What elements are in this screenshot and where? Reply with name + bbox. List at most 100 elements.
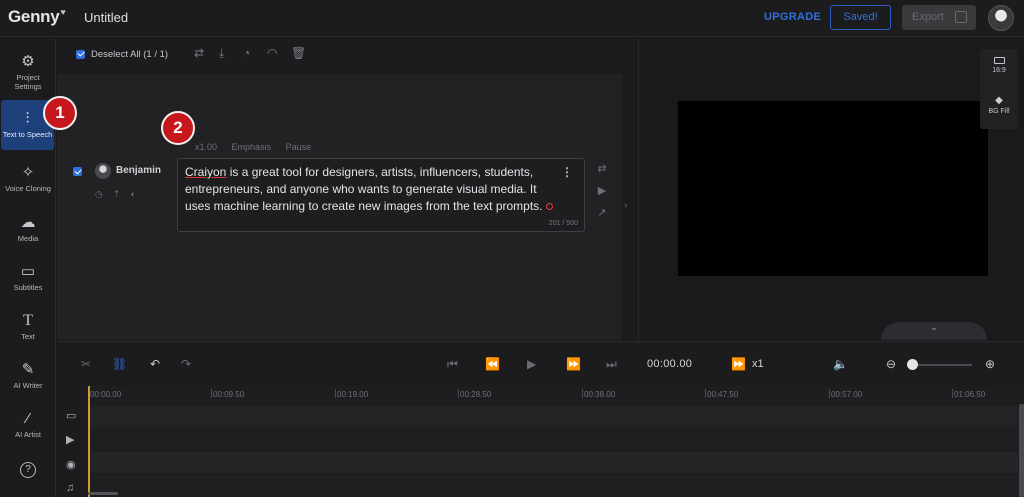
volume-icon[interactable]: 🔈: [833, 357, 848, 371]
more-options-icon[interactable]: ⋮: [561, 165, 573, 179]
sidebar-item-label: Voice Cloning: [5, 184, 51, 193]
script-line-2: entrepreneurs, and anyone who wants to g…: [185, 182, 537, 196]
voice-lane[interactable]: [88, 452, 1018, 473]
sidebar-item-subtitles[interactable]: ▭ Subtitles: [0, 263, 56, 293]
ruler-tick: 00:00.00: [88, 389, 122, 399]
step-forward-icon[interactable]: ⏩: [566, 357, 581, 371]
export-icon: [955, 11, 967, 23]
ruler-tick: 01:06.50: [952, 389, 986, 399]
video-canvas[interactable]: [678, 101, 988, 276]
aspect-ratio-label: 16:9: [992, 67, 1006, 74]
ruler-tick: 00:57.00: [829, 389, 863, 399]
script-editor: Deselect All (1 / 1) ⇄ ⤓ ◔ ◠ 🗑 Benjamin …: [57, 38, 637, 340]
logo-text: Genny: [8, 7, 60, 26]
ruler-tick: 00:28.50: [458, 389, 492, 399]
link-icon[interactable]: ⛓: [112, 357, 127, 371]
pause-option[interactable]: Pause: [286, 142, 312, 152]
download-icon[interactable]: ⤓: [219, 46, 224, 61]
gear-icon: ⚙: [21, 53, 35, 70]
step-badge-1: 1: [43, 96, 77, 130]
bg-fill-button[interactable]: ◆ BG Fill: [980, 95, 1018, 115]
sidebar-item-text[interactable]: T Text: [0, 313, 56, 342]
undo-icon[interactable]: ↶: [150, 357, 160, 371]
top-bar: Genny♥ Untitled UPGRADE Saved! Export: [0, 0, 1024, 37]
bg-fill-label: BG Fill: [988, 108, 1010, 115]
row-checkbox[interactable]: [73, 167, 82, 176]
redo-icon[interactable]: ↷: [181, 357, 191, 371]
text-block-row: Benjamin ◷⇡◐ x1.00 Emphasis Pause Craiyo…: [57, 74, 622, 340]
subtitles-icon: ▭: [20, 263, 36, 280]
skip-start-icon[interactable]: ⏮: [447, 357, 458, 372]
cloud-upload-icon: ☁: [20, 214, 36, 231]
aspect-ratio-icon: [993, 57, 1005, 64]
voice-settings-icon[interactable]: ◔: [243, 46, 250, 60]
video-preview-panel: 16:9 ◆ BG Fill ⌄: [638, 38, 1024, 340]
sidebar-item-label: Text to Speech: [2, 130, 53, 139]
sidebar-item-ai-writer[interactable]: ✎ AI Writer: [0, 362, 56, 391]
speaker-avatar[interactable]: [95, 163, 111, 179]
preview-settings: 16:9 ◆ BG Fill: [980, 49, 1018, 129]
voice-icon[interactable]: ◐: [130, 189, 145, 199]
text-block-options: x1.00 Emphasis Pause: [195, 142, 323, 152]
play-icon[interactable]: ▶: [527, 357, 536, 371]
zoom-out-icon[interactable]: ⊖: [886, 357, 896, 371]
horizontal-scrollbar[interactable]: [88, 492, 118, 495]
scissors-icon[interactable]: ✂: [81, 357, 91, 371]
history-icon[interactable]: ◷: [95, 189, 113, 199]
emphasis-option[interactable]: Emphasis: [232, 142, 272, 152]
playhead[interactable]: [88, 386, 90, 497]
select-all-checkbox[interactable]: [76, 49, 85, 59]
sidebar-item-label: Media: [17, 234, 39, 243]
share-icon[interactable]: ↗: [595, 202, 609, 224]
export-button[interactable]: Export: [902, 5, 976, 30]
speaker-name[interactable]: Benjamin: [116, 165, 161, 176]
user-avatar[interactable]: [988, 5, 1014, 31]
genny-logo[interactable]: Genny♥: [8, 7, 66, 27]
record-dot-icon: [545, 203, 553, 211]
project-title[interactable]: Untitled: [84, 10, 128, 25]
collapse-panel-chevron-icon[interactable]: ›: [624, 200, 627, 211]
speaker-tools: ◷⇡◐: [95, 189, 146, 200]
sidebar-item-project-settings[interactable]: ⚙ Project Settings: [0, 53, 56, 92]
saved-button[interactable]: Saved!: [830, 5, 891, 30]
script-text[interactable]: Craiyon is a great tool for designers, a…: [185, 164, 565, 215]
zoom-slider-handle[interactable]: [907, 359, 918, 370]
misspelled-word: Craiyon: [185, 165, 227, 179]
subtitles-lane[interactable]: [88, 406, 1018, 427]
play-icon[interactable]: ▶: [595, 180, 609, 202]
pin-icon[interactable]: ⇡: [113, 189, 131, 199]
paint-bucket-icon: ◆: [995, 95, 1003, 106]
step-badge-2: 2: [161, 111, 195, 145]
time-ruler[interactable]: 00:00.00 00:09.50 00:19.00 00:28.50 00:3…: [88, 386, 1024, 406]
zoom-in-icon[interactable]: ⊕: [985, 357, 995, 371]
sidebar-item-media[interactable]: ☁ Media: [0, 214, 56, 244]
video-lane[interactable]: [88, 429, 1018, 450]
speed-option[interactable]: x1.00: [195, 142, 217, 152]
subtitles-track-icon: ▭: [66, 410, 77, 422]
sidebar-item-ai-artist[interactable]: ⁄ AI Artist: [0, 411, 56, 440]
sparkle-icon: ✧: [21, 164, 35, 181]
regenerate-icon[interactable]: ⇄: [595, 158, 609, 180]
chevron-down-icon: ⌄: [930, 322, 938, 332]
trash-icon[interactable]: 🗑: [291, 46, 306, 60]
preview-toggle-tab[interactable]: ⌄: [881, 322, 987, 340]
music-lane[interactable]: [88, 475, 1018, 493]
script-text-box[interactable]: Craiyon is a great tool for designers, a…: [177, 158, 585, 232]
vertical-scrollbar[interactable]: [1019, 404, 1024, 497]
help-button[interactable]: ?: [0, 462, 56, 481]
script-line-1: is a great tool for designers, artists, …: [226, 165, 534, 179]
character-count: 201 / 500: [548, 220, 578, 227]
sidebar-item-label: Project Settings: [14, 73, 42, 91]
aspect-ratio-button[interactable]: 16:9: [980, 57, 1018, 74]
playback-speed[interactable]: x1: [752, 358, 764, 370]
fast-forward-icon[interactable]: ⏩: [731, 357, 746, 371]
deselect-all-label[interactable]: Deselect All (1 / 1): [91, 49, 168, 60]
upgrade-link[interactable]: UPGRADE: [764, 11, 821, 23]
speed-gauge-icon[interactable]: ◠: [267, 46, 277, 60]
step-back-icon[interactable]: ⏪: [485, 357, 500, 371]
sidebar-item-label: AI Writer: [13, 381, 43, 390]
repeat-icon[interactable]: ⇄: [194, 46, 204, 60]
sidebar-item-voice-cloning[interactable]: ✧ Voice Cloning: [0, 164, 56, 194]
skip-end-icon[interactable]: ⏭: [606, 357, 617, 372]
zoom-slider-track[interactable]: [912, 364, 972, 366]
